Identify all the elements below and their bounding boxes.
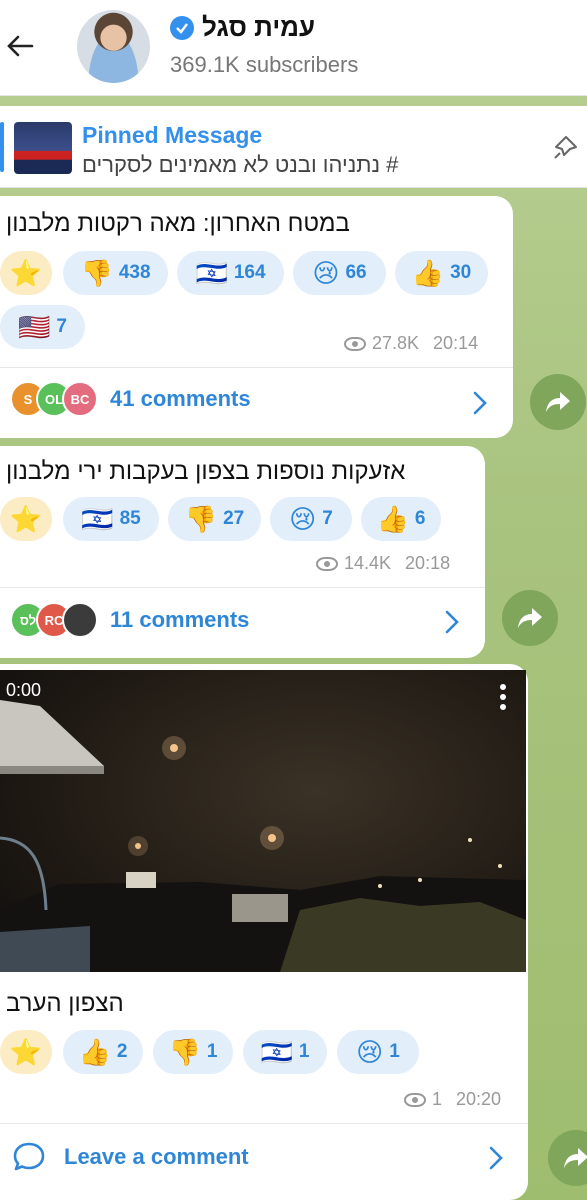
reaction-count: 1 (206, 1041, 218, 1062)
pinned-indicator (0, 122, 4, 172)
back-button[interactable] (0, 22, 40, 70)
reaction-count: 66 (345, 262, 367, 283)
reaction-count: 85 (119, 508, 141, 529)
video-duration: 0:00 (6, 680, 42, 700)
reaction-chip[interactable]: 👎 1 (153, 1030, 233, 1074)
pinned-title: Pinned Message (82, 122, 263, 148)
pinned-thumbnail (14, 122, 72, 174)
star-icon: ⭐ (9, 257, 43, 288)
pinned-message-bar[interactable]: Pinned Message # נתניהו ובנט לא מאמינים … (0, 106, 587, 188)
pinned-text: # נתניהו ובנט לא מאמינים לסקרים (82, 152, 399, 177)
eye-icon (404, 1092, 426, 1107)
reaction-count: 164 (233, 262, 266, 283)
crying-face-icon: 😢 (356, 1037, 384, 1067)
share-arrow-icon (546, 392, 570, 412)
star-reaction[interactable]: ⭐ (0, 251, 52, 295)
share-arrow-icon (518, 608, 542, 628)
us-flag-icon: 🇺🇸 (18, 312, 51, 342)
eye-icon (344, 336, 366, 351)
message-text: הצפון הערב (6, 990, 124, 1017)
comment-bubble-icon (13, 1142, 45, 1171)
chevron-right-icon[interactable] (486, 1145, 506, 1171)
reaction-chip[interactable]: 👍 2 (63, 1030, 143, 1074)
divider (0, 1123, 528, 1124)
forward-button[interactable] (530, 374, 586, 430)
reaction-count: 1 (298, 1041, 310, 1062)
star-icon: ⭐ (9, 1036, 43, 1067)
view-count: 1 (432, 1089, 443, 1109)
video-menu-icon[interactable] (500, 684, 506, 710)
reaction-count: 2 (116, 1041, 128, 1062)
reaction-chip[interactable]: 😢 66 (293, 251, 386, 295)
reaction-chip[interactable]: 😢 7 (270, 497, 352, 541)
reaction-chip[interactable]: 👍 6 (361, 497, 441, 541)
chevron-right-icon[interactable] (470, 390, 490, 416)
message-time: 20:20 (456, 1089, 502, 1109)
channel-name: עמית סגל (202, 12, 316, 42)
reaction-chip[interactable]: 👎 438 (63, 251, 168, 295)
divider (0, 367, 513, 368)
thumbs-up-icon: 👍 (376, 504, 409, 534)
thumbs-up-icon: 👍 (411, 258, 445, 288)
star-reaction[interactable]: ⭐ (0, 497, 52, 541)
reaction-chip[interactable]: 🇮🇱 164 (177, 251, 284, 295)
comments-button[interactable]: לס RC 11 comments (10, 602, 249, 638)
reaction-count: 7 (322, 508, 333, 529)
israel-flag-icon: 🇮🇱 (81, 504, 114, 534)
unpin-icon[interactable] (552, 132, 582, 162)
thumbs-down-icon: 👎 (168, 1037, 201, 1067)
forward-button[interactable] (502, 590, 558, 646)
reaction-chip[interactable]: 🇮🇱 85 (63, 497, 159, 541)
comments-button[interactable]: S OL BC 41 comments (10, 381, 251, 417)
forward-button[interactable] (548, 1130, 587, 1186)
reaction-count: 30 (450, 262, 472, 283)
leave-comment-label: Leave a comment (64, 1144, 249, 1169)
thumbs-down-icon: 👎 (80, 258, 113, 288)
message-text: במטח האחרון: מאה רקטות מלבנון (6, 210, 350, 237)
video-player[interactable] (0, 670, 526, 972)
reaction-count: 7 (56, 316, 67, 337)
verified-icon (170, 15, 194, 40)
chat-header: עמית סגל 369.1K subscribers (0, 0, 587, 96)
reaction-chip[interactable]: 🇺🇸 7 (0, 305, 85, 349)
channel-avatar[interactable] (77, 10, 150, 83)
divider (0, 587, 485, 588)
commenter-avatar: BC (62, 381, 98, 417)
view-count: 14.4K (344, 553, 392, 573)
view-count: 27.8K (372, 333, 420, 353)
thumbs-up-icon: 👍 (78, 1037, 111, 1067)
subscriber-count: 369.1K subscribers (170, 52, 359, 77)
thumbs-down-icon: 👎 (184, 504, 218, 534)
message-meta: 14.4K 20:18 (316, 553, 450, 574)
message-time: 20:18 (405, 553, 451, 573)
message-meta: 1 20:20 (404, 1089, 501, 1110)
reaction-count: 438 (118, 262, 151, 283)
comments-label: 11 comments (110, 607, 250, 632)
comments-label: 41 comments (110, 386, 251, 411)
arrow-left-icon (7, 35, 34, 57)
reaction-chip[interactable]: 🇮🇱 1 (243, 1030, 327, 1074)
eye-icon (316, 556, 338, 571)
star-reaction[interactable]: ⭐ (0, 1030, 52, 1074)
israel-flag-icon: 🇮🇱 (195, 258, 228, 288)
reaction-chip[interactable]: 😢 1 (337, 1030, 419, 1074)
video-frame (0, 700, 526, 972)
message-meta: 27.8K 20:14 (344, 333, 478, 354)
commenter-avatar (62, 602, 98, 638)
message-text: אזעקות נוספות בצפון בעקבות ירי מלבנון (6, 458, 406, 485)
crying-face-icon: 😢 (289, 504, 317, 534)
message-time: 20:14 (433, 333, 479, 353)
star-icon: ⭐ (9, 503, 43, 534)
share-arrow-icon (564, 1148, 587, 1168)
israel-flag-icon: 🇮🇱 (260, 1037, 293, 1067)
crying-face-icon: 😢 (312, 258, 340, 288)
reaction-count: 27 (223, 508, 245, 529)
reaction-chip[interactable]: 👍 30 (395, 251, 488, 295)
leave-comment-button[interactable]: Leave a comment (12, 1140, 249, 1174)
channel-title[interactable]: עמית סגל (170, 12, 315, 43)
reaction-count: 6 (414, 508, 426, 529)
reaction-count: 1 (389, 1041, 400, 1062)
chevron-right-icon[interactable] (442, 609, 462, 635)
reaction-chip[interactable]: 👎 27 (168, 497, 261, 541)
